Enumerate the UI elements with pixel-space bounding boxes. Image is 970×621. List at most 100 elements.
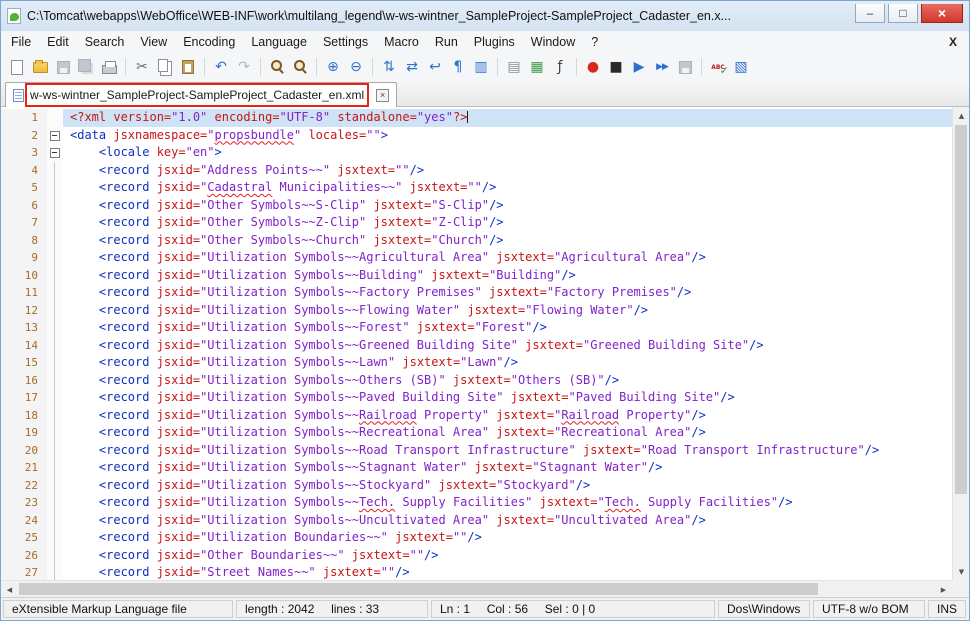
editor-line[interactable]: 6 <record jsxid="Other Symbols~~S-Clip" … — [1, 197, 952, 215]
run-macro-multiple-icon[interactable]: ▶▶ — [651, 56, 673, 78]
show-all-characters-icon[interactable]: ¶ — [447, 56, 469, 78]
user-defined-dialog-icon[interactable]: ▤ — [503, 56, 525, 78]
find-icon[interactable] — [266, 56, 288, 78]
editor-line[interactable]: 19 <record jsxid="Utilization Symbols~~R… — [1, 424, 952, 442]
menu-window[interactable]: Window — [523, 33, 583, 51]
redo-icon[interactable]: ↷ — [233, 56, 255, 78]
fold-margin — [47, 319, 63, 337]
editor-line[interactable]: 21 <record jsxid="Utilization Symbols~~S… — [1, 459, 952, 477]
menu-macro[interactable]: Macro — [376, 33, 427, 51]
menu-bar: FileEditSearchViewEncodingLanguageSettin… — [1, 31, 969, 53]
editor-line[interactable]: 14 <record jsxid="Utilization Symbols~~G… — [1, 337, 952, 355]
scroll-right-icon[interactable]: ▶ — [935, 581, 952, 597]
status-doc-size: length : 2042 lines : 33 — [236, 600, 428, 618]
tab-cadaster-xml[interactable]: w-ws-wintner_SampleProject-SampleProject… — [5, 82, 397, 107]
scroll-left-icon[interactable]: ◀ — [1, 581, 18, 597]
menu-edit[interactable]: Edit — [39, 33, 77, 51]
doc-switcher-icon[interactable]: ▧ — [730, 56, 752, 78]
fold-margin — [47, 372, 63, 390]
fold-collapse-icon[interactable] — [47, 127, 63, 145]
function-list-icon[interactable]: ƒ — [549, 56, 571, 78]
vertical-scroll-thumb[interactable] — [955, 125, 967, 494]
editor-line[interactable]: 18 <record jsxid="Utilization Symbols~~R… — [1, 407, 952, 425]
maximize-button[interactable]: □ — [888, 4, 918, 23]
editor-line[interactable]: 9 <record jsxid="Utilization Symbols~~Ag… — [1, 249, 952, 267]
line-number: 6 — [1, 197, 47, 215]
editor-line[interactable]: 27 <record jsxid="Street Names~~" jsxtex… — [1, 564, 952, 580]
editor-line[interactable]: 1<?xml version="1.0" encoding="UTF-8" st… — [1, 109, 952, 127]
menu-encoding[interactable]: Encoding — [175, 33, 243, 51]
zoom-out-icon[interactable]: ⊖ — [345, 56, 367, 78]
menu-plugins[interactable]: Plugins — [466, 33, 523, 51]
editor-line[interactable]: 15 <record jsxid="Utilization Symbols~~L… — [1, 354, 952, 372]
menu-run[interactable]: Run — [427, 33, 466, 51]
record-macro-icon[interactable]: ● — [582, 56, 604, 78]
code-text: <record jsxid="Utilization Symbols~~Buil… — [63, 267, 952, 285]
editor-line[interactable]: 12 <record jsxid="Utilization Symbols~~F… — [1, 302, 952, 320]
sync-vertical-icon[interactable]: ⇅ — [378, 56, 400, 78]
editor-line[interactable]: 2<data jsxnamespace="propsbundle" locale… — [1, 127, 952, 145]
menu-view[interactable]: View — [132, 33, 175, 51]
copy-icon[interactable] — [154, 56, 176, 78]
scroll-down-icon[interactable]: ▼ — [953, 563, 969, 580]
editor-line[interactable]: 8 <record jsxid="Other Symbols~~Church" … — [1, 232, 952, 250]
menubar-close-icon[interactable]: X — [949, 35, 957, 49]
editor-line[interactable]: 5 <record jsxid="Cadastral Municipalitie… — [1, 179, 952, 197]
sync-horizontal-icon[interactable]: ⇄ — [401, 56, 423, 78]
status-doc-type: eXtensible Markup Language file — [3, 600, 233, 618]
minimize-button[interactable]: – — [855, 4, 885, 23]
line-number: 22 — [1, 477, 47, 495]
status-insert-mode[interactable]: INS — [928, 600, 966, 618]
editor-line[interactable]: 25 <record jsxid="Utilization Boundaries… — [1, 529, 952, 547]
misspelled-word: Cadastral — [207, 180, 272, 194]
cut-icon[interactable]: ✂ — [131, 56, 153, 78]
menu-settings[interactable]: Settings — [315, 33, 376, 51]
editor-line[interactable]: 17 <record jsxid="Utilization Symbols~~P… — [1, 389, 952, 407]
menu-search[interactable]: Search — [77, 33, 133, 51]
editor-line[interactable]: 16 <record jsxid="Utilization Symbols~~O… — [1, 372, 952, 390]
indent-guide-icon[interactable]: ▥ — [470, 56, 492, 78]
zoom-in-icon[interactable]: ⊕ — [322, 56, 344, 78]
menu-help[interactable]: ? — [583, 33, 606, 51]
undo-icon[interactable]: ↶ — [210, 56, 232, 78]
horizontal-scroll-thumb[interactable] — [19, 583, 818, 595]
spell-check-icon[interactable]: ABC — [707, 56, 729, 78]
editor-line[interactable]: 13 <record jsxid="Utilization Symbols~~F… — [1, 319, 952, 337]
misspelled-word: Railroad — [561, 408, 619, 422]
stop-recording-icon[interactable]: ■ — [605, 56, 627, 78]
save-all-icon[interactable] — [75, 56, 97, 78]
editor-line[interactable]: 7 <record jsxid="Other Symbols~~Z-Clip" … — [1, 214, 952, 232]
word-wrap-icon[interactable]: ↩ — [424, 56, 446, 78]
open-file-icon[interactable] — [29, 56, 51, 78]
menu-language[interactable]: Language — [243, 33, 315, 51]
editor-line[interactable]: 26 <record jsxid="Other Boundaries~~" js… — [1, 547, 952, 565]
print-icon[interactable] — [98, 56, 120, 78]
editor-line[interactable]: 24 <record jsxid="Utilization Symbols~~U… — [1, 512, 952, 530]
save-macro-icon[interactable] — [674, 56, 696, 78]
editor-line[interactable]: 3 <locale key="en"> — [1, 144, 952, 162]
line-number: 1 — [1, 109, 47, 127]
code-area[interactable]: 1<?xml version="1.0" encoding="UTF-8" st… — [1, 109, 952, 580]
new-file-icon[interactable] — [6, 56, 28, 78]
editor-line[interactable]: 10 <record jsxid="Utilization Symbols~~B… — [1, 267, 952, 285]
vertical-scrollbar[interactable]: ▲ ▼ — [952, 107, 969, 580]
horizontal-scrollbar[interactable]: ◀ ▶ — [1, 580, 952, 597]
document-map-icon[interactable]: ▦ — [526, 56, 548, 78]
fold-collapse-icon[interactable] — [47, 144, 63, 162]
tab-close-icon[interactable]: × — [376, 89, 389, 102]
play-macro-icon[interactable]: ▶ — [628, 56, 650, 78]
menu-file[interactable]: File — [3, 33, 39, 51]
line-number: 16 — [1, 372, 47, 390]
scroll-up-icon[interactable]: ▲ — [953, 107, 969, 124]
replace-icon[interactable] — [289, 56, 311, 78]
paste-icon[interactable] — [177, 56, 199, 78]
editor-line[interactable]: 4 <record jsxid="Address Points~~" jsxte… — [1, 162, 952, 180]
editor-line[interactable]: 11 <record jsxid="Utilization Symbols~~F… — [1, 284, 952, 302]
editor-line[interactable]: 22 <record jsxid="Utilization Symbols~~S… — [1, 477, 952, 495]
editor-line[interactable]: 23 <record jsxid="Utilization Symbols~~T… — [1, 494, 952, 512]
close-button[interactable]: × — [921, 4, 963, 23]
save-icon[interactable] — [52, 56, 74, 78]
editor-line[interactable]: 20 <record jsxid="Utilization Symbols~~R… — [1, 442, 952, 460]
fold-margin — [47, 564, 63, 580]
tab-bar: w-ws-wintner_SampleProject-SampleProject… — [1, 81, 969, 107]
